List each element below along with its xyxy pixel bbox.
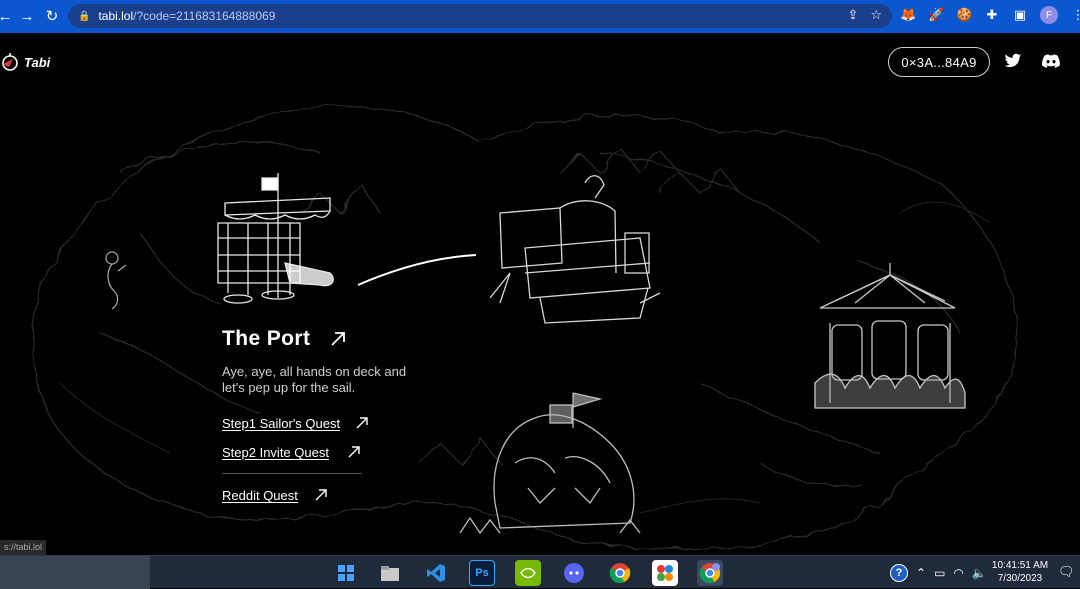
extensions-puzzle-icon[interactable]: ✚ [984, 7, 1000, 23]
quest-divider [222, 473, 362, 474]
rocket-extension-icon[interactable]: 🚀 [928, 7, 944, 23]
metamask-extension-icon[interactable]: 🦊 [900, 7, 916, 23]
nvidia-icon[interactable] [515, 560, 541, 586]
treasure-map-illustration [31, 104, 1017, 550]
notification-icon[interactable]: 🗨 [1058, 564, 1075, 580]
star-icon[interactable]: ☆ [870, 7, 882, 23]
reddit-quest-link[interactable]: Reddit Quest [222, 488, 298, 503]
address-bar[interactable]: 🔒 tabi.lol /?code=211683164888069 ⇪ ☆ [68, 4, 892, 28]
arrow-up-right-icon[interactable] [348, 446, 360, 458]
volume-icon[interactable]: 🔈 [972, 566, 987, 580]
link-status-tooltip: s://tabi.lol [0, 540, 47, 555]
arrow-up-right-icon[interactable] [356, 417, 368, 429]
vscode-icon[interactable] [423, 560, 449, 586]
browser-toolbar: ← → ↻ 🔒 tabi.lol /?code=211683164888069 … [0, 0, 1080, 33]
chevron-up-icon[interactable]: ⌃ [916, 566, 926, 580]
more-menu-icon[interactable]: ⋮ [1070, 7, 1080, 23]
clock-time: 10:41:51 AM [991, 560, 1049, 571]
file-explorer-icon[interactable] [377, 560, 403, 586]
lock-icon: 🔒 [78, 10, 91, 22]
url-host: tabi.lol [98, 9, 134, 23]
twitter-icon[interactable] [1004, 53, 1022, 69]
port-title[interactable]: The Port [222, 327, 310, 351]
path-line [357, 254, 477, 286]
port-ship-illustration [217, 173, 334, 304]
help-icon[interactable]: ? [890, 563, 908, 582]
start-menu-icon[interactable] [333, 560, 359, 586]
reload-icon[interactable]: ↻ [39, 3, 65, 29]
windows-taskbar: Ps ? ⌃ ▭ ◠ 🔈 10:41:51 AM 7/30/2023 🗨 [0, 555, 1080, 589]
tabi-logo[interactable]: Tabi [0, 51, 50, 73]
clock-date: 7/30/2023 [997, 573, 1043, 584]
forward-arrow-icon[interactable]: → [14, 3, 40, 29]
invite-quest-link[interactable]: Step2 Invite Quest [222, 445, 329, 460]
wallet-address-button[interactable]: 0×3A...84A9 [888, 47, 990, 77]
treasure-chest-illustration [489, 175, 661, 324]
side-panel-icon[interactable]: ▣ [1012, 7, 1028, 23]
chrome-icon[interactable] [607, 560, 633, 586]
system-clock[interactable]: 10:41:51 AM 7/30/2023 [990, 559, 1050, 585]
sailors-quest-link[interactable]: Step1 Sailor's Quest [222, 416, 340, 431]
mermaid-illustration [105, 251, 127, 310]
app-grid-icon[interactable] [652, 560, 678, 586]
chrome-profile-active-icon[interactable] [697, 560, 723, 586]
arrow-up-right-icon[interactable] [315, 489, 327, 501]
taskbar-pinned-window[interactable] [0, 556, 150, 589]
port-description: Aye, aye, all hands on deck and let's pe… [222, 364, 407, 395]
profile-avatar[interactable]: F [1040, 6, 1058, 24]
cookie-extension-icon[interactable]: 🍪 [956, 7, 972, 23]
share-icon[interactable]: ⇪ [847, 7, 858, 23]
tabi-logo-icon [2, 53, 18, 71]
photoshop-icon[interactable]: Ps [469, 560, 495, 586]
discord-icon[interactable] [1042, 53, 1060, 69]
battery-icon[interactable]: ▭ [934, 566, 945, 580]
url-path: /?code=211683164888069 [133, 9, 276, 23]
logo-text: Tabi [24, 54, 51, 70]
arrow-up-right-icon[interactable] [330, 331, 346, 347]
tabi-page: Tabi 0×3A...84A9 The Port Aye, aye, all … [0, 33, 1080, 555]
wifi-icon[interactable]: ◠ [953, 566, 963, 580]
circus-tent-illustration [814, 263, 966, 409]
discord-taskbar-icon[interactable] [561, 560, 587, 586]
